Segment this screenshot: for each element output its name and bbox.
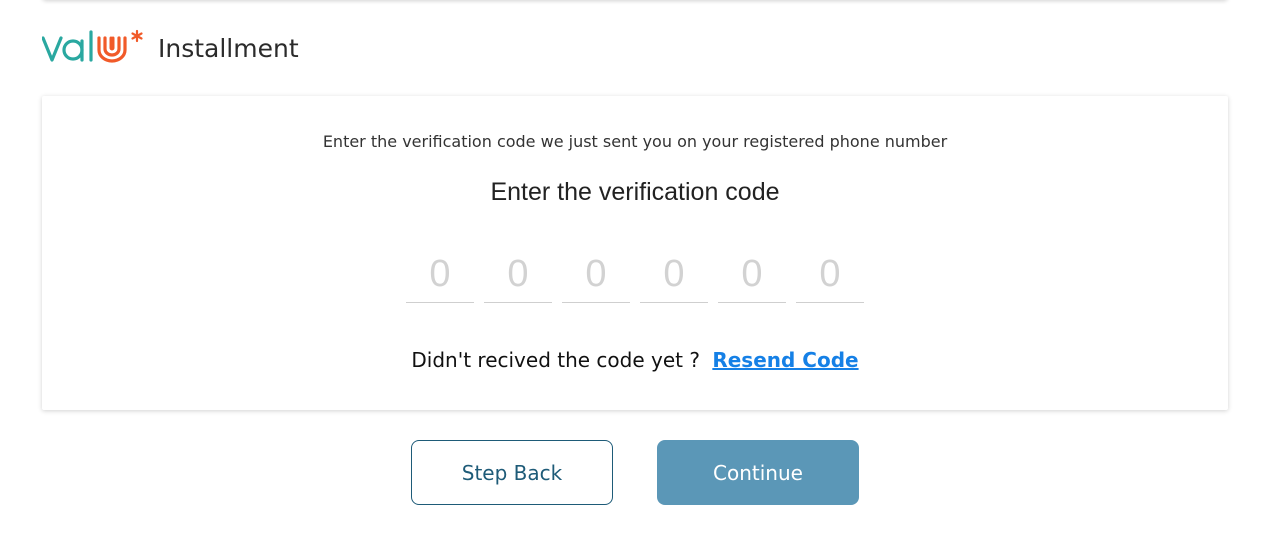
code-digit-6[interactable] xyxy=(796,246,864,303)
code-digit-3[interactable] xyxy=(562,246,630,303)
code-input-group xyxy=(406,246,864,303)
verification-heading: Enter the verification code xyxy=(490,178,780,206)
code-digit-2[interactable] xyxy=(484,246,552,303)
code-digit-4[interactable] xyxy=(640,246,708,303)
verification-card: Enter the verification code we just sent… xyxy=(42,96,1228,410)
code-digit-1[interactable] xyxy=(406,246,474,303)
continue-button[interactable]: Continue xyxy=(657,440,859,505)
valu-logo xyxy=(42,29,143,63)
resend-row: Didn't recived the code yet ? Resend Cod… xyxy=(42,348,1228,372)
code-digit-5[interactable] xyxy=(718,246,786,303)
brand-header: Installment xyxy=(42,28,299,68)
instruction-text: Enter the verification code we just sent… xyxy=(322,132,948,151)
page: Installment Enter the verification code … xyxy=(0,0,1272,559)
resend-prompt: Didn't recived the code yet ? xyxy=(411,348,700,372)
step-back-button[interactable]: Step Back xyxy=(411,440,613,505)
resend-code-link[interactable]: Resend Code xyxy=(712,348,858,372)
brand-title: Installment xyxy=(158,33,299,63)
